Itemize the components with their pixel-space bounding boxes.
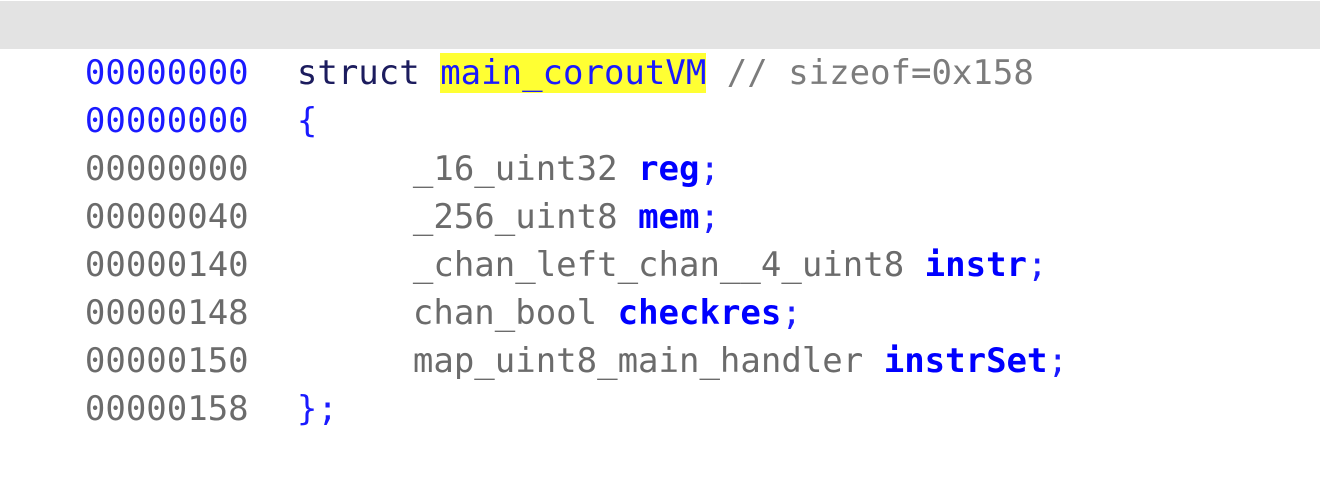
member-type: chan_bool	[412, 293, 598, 333]
member-name[interactable]: mem	[638, 197, 699, 237]
member-type: _chan_left_chan__4_uint8	[412, 245, 905, 285]
member-name[interactable]: instr	[925, 245, 1027, 285]
member-name[interactable]: reg	[638, 149, 699, 189]
address: 00000040	[84, 197, 249, 237]
address: 00000000	[84, 101, 249, 141]
semicolon: ;	[781, 293, 802, 333]
address: 00000150	[84, 341, 249, 381]
semicolon: ;	[699, 197, 720, 237]
address: 00000000	[84, 149, 249, 189]
struct-listing: 00000000 struct main_coroutVM // sizeof=0…	[0, 0, 1320, 429]
sizeof-comment: // sizeof=0x158	[726, 53, 1034, 93]
address: 00000158	[84, 389, 249, 429]
address: 00000148	[84, 293, 249, 333]
struct-name[interactable]: main_coroutVM	[440, 53, 707, 93]
member-type: _256_uint8	[412, 197, 618, 237]
struct-header-line[interactable]: 00000000 struct main_coroutVM // sizeof=0…	[0, 1, 1320, 93]
member-name[interactable]: checkres	[618, 293, 782, 333]
open-brace: {	[296, 101, 318, 141]
close-brace: };	[296, 389, 338, 429]
struct-keyword: struct	[296, 53, 420, 93]
address: 00000000	[84, 53, 249, 93]
semicolon: ;	[1047, 341, 1068, 381]
semicolon: ;	[699, 149, 720, 189]
semicolon: ;	[1027, 245, 1048, 285]
member-name[interactable]: instrSet	[884, 341, 1048, 381]
member-type: _16_uint32	[412, 149, 618, 189]
address: 00000140	[84, 245, 249, 285]
member-type: map_uint8_main_handler	[412, 341, 864, 381]
